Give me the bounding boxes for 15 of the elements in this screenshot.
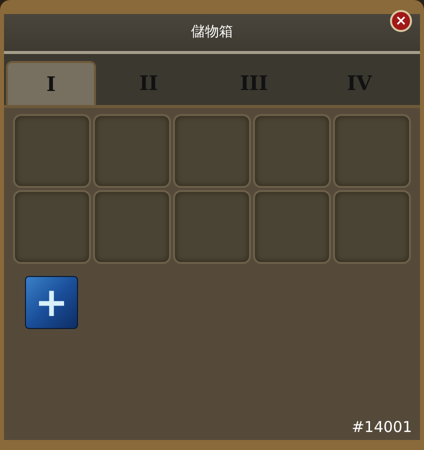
item-slot[interactable] [333, 114, 411, 188]
item-slot[interactable] [93, 114, 171, 188]
add-button[interactable]: + [25, 276, 78, 329]
item-slot[interactable] [173, 190, 251, 264]
item-slot[interactable] [13, 114, 91, 188]
item-slot[interactable] [93, 190, 171, 264]
item-slot[interactable] [253, 114, 331, 188]
tab[interactable]: I [6, 61, 96, 105]
item-slot[interactable] [13, 190, 91, 264]
footer-code: #14001 [352, 416, 412, 438]
close-button[interactable]: × [390, 10, 412, 32]
item-slot[interactable] [333, 190, 411, 264]
item-slot[interactable] [253, 190, 331, 264]
item-slot[interactable] [173, 114, 251, 188]
window-title: 儲物箱 [191, 23, 233, 42]
